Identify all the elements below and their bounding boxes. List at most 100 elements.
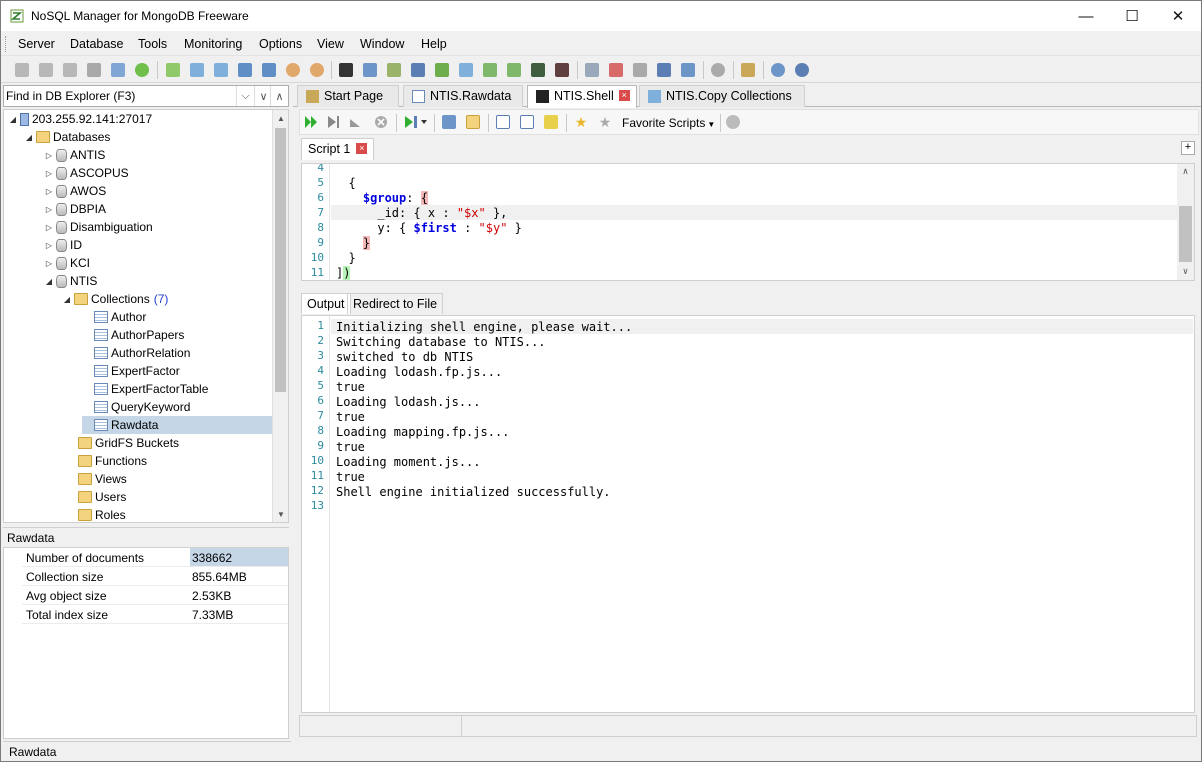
close-button[interactable]: ✕ (1155, 1, 1201, 31)
menu-server[interactable]: Server (18, 37, 55, 51)
favorites-button[interactable]: ★ (596, 113, 614, 131)
dump-button[interactable] (529, 61, 547, 79)
tab-output[interactable]: Output (301, 293, 351, 314)
export-button[interactable] (481, 61, 499, 79)
monitor-button[interactable] (607, 61, 625, 79)
tab-ntis-rawdata[interactable]: NTIS.Rawdata (403, 85, 523, 107)
tree-db-antis[interactable]: ▷ ANTIS (44, 146, 105, 164)
find-input[interactable] (6, 87, 234, 105)
log-button[interactable] (655, 61, 673, 79)
run-options-dropdown[interactable] (402, 113, 430, 131)
comment-button[interactable] (518, 113, 536, 131)
tree-gridfs[interactable]: GridFS Buckets (66, 434, 179, 452)
scroll-up-icon[interactable]: ∧ (1177, 164, 1194, 180)
tree-views[interactable]: Views (66, 470, 127, 488)
tree-users[interactable]: Users (66, 488, 126, 506)
tree-collection-author[interactable]: Author (82, 308, 146, 326)
tree-collection-authorrelation[interactable]: AuthorRelation (82, 344, 190, 362)
tree-collection-rawdata[interactable]: Rawdata (82, 416, 272, 434)
tree-collection-expertfactor[interactable]: ExpertFactor (82, 362, 180, 380)
menu-view[interactable]: View (317, 37, 344, 51)
copy-collections-button[interactable] (457, 61, 475, 79)
bookmark-button[interactable] (542, 113, 560, 131)
menu-tools[interactable]: Tools (138, 37, 167, 51)
compare-button[interactable] (433, 61, 451, 79)
query-builder-button[interactable] (361, 61, 379, 79)
tab-script-1[interactable]: Script 1 × (301, 138, 375, 160)
tree-scrollbar[interactable]: ▲ ▼ (272, 110, 288, 522)
tree-server[interactable]: ◢ 203.255.92.141:27017 (8, 110, 152, 128)
stats-button[interactable] (631, 61, 649, 79)
favorite-scripts-dropdown[interactable]: Favorite Scripts ▼ (622, 116, 715, 130)
create-user-button[interactable] (284, 61, 302, 79)
script-settings-button[interactable] (724, 113, 742, 131)
save-button[interactable] (440, 113, 458, 131)
close-tab-icon[interactable]: × (618, 90, 630, 101)
add-server-button[interactable] (13, 61, 31, 79)
step-button[interactable] (346, 113, 364, 131)
startpage-button[interactable] (739, 61, 757, 79)
tree-db-kci[interactable]: ▷ KCI (44, 254, 90, 272)
scroll-down-icon[interactable]: ∨ (1177, 264, 1194, 280)
create-view-button[interactable] (212, 61, 230, 79)
tab-redirect-to-file[interactable]: Redirect to File (347, 293, 444, 314)
scroll-thumb[interactable] (1179, 206, 1192, 262)
add-script-button[interactable]: + (1181, 141, 1195, 155)
tree-db-awos[interactable]: ▷ AWOS (44, 182, 106, 200)
create-db-button[interactable] (164, 61, 182, 79)
tree-db-ascopus[interactable]: ▷ ASCOPUS (44, 164, 129, 182)
options-button[interactable] (583, 61, 601, 79)
script-editor[interactable]: 4 5 6 7 8 9 10 11 { $group: { _id: { x :… (301, 163, 1195, 281)
html-button[interactable] (679, 61, 697, 79)
menu-options[interactable]: Options (259, 37, 302, 51)
stop-button[interactable] (372, 113, 390, 131)
find-dropdown-button[interactable]: ⌵ (236, 86, 254, 106)
menu-help[interactable]: Help (421, 37, 447, 51)
help-button[interactable] (769, 61, 787, 79)
output-console[interactable]: 1 2 3 4 5 6 7 8 9 10 11 12 13 Initializing shell eng… (301, 315, 1195, 713)
shell-button[interactable] (337, 61, 355, 79)
minimize-button[interactable]: — (1063, 1, 1109, 31)
tree-db-disambiguation[interactable]: ▷ Disambiguation (44, 218, 153, 236)
tree-db-id[interactable]: ▷ ID (44, 236, 82, 254)
disconnect-button[interactable] (109, 61, 127, 79)
find-prev-button[interactable]: ∧ (270, 86, 288, 106)
format-button[interactable] (494, 113, 512, 131)
scroll-down-icon[interactable]: ▼ (273, 506, 288, 522)
create-index-button[interactable] (236, 61, 254, 79)
scroll-thumb[interactable] (275, 128, 286, 392)
maximize-button[interactable]: ☐ (1109, 1, 1155, 31)
remove-server-button[interactable] (61, 61, 79, 79)
scroll-up-icon[interactable]: ▲ (273, 110, 288, 126)
tree-databases[interactable]: ◢ Databases (24, 128, 110, 146)
close-tab-icon[interactable]: × (356, 143, 368, 154)
tree-db-ntis[interactable]: ◢ NTIS (44, 272, 97, 290)
editor-scrollbar[interactable]: ∧ ∨ (1177, 164, 1194, 280)
tab-ntis-shell[interactable]: NTIS.Shell × (527, 85, 637, 108)
about-button[interactable] (793, 61, 811, 79)
tab-start-page[interactable]: Start Page (297, 85, 399, 107)
tab-ntis-copy-collections[interactable]: NTIS.Copy Collections (639, 85, 805, 107)
tree-collections[interactable]: ◢ Collections (7) (62, 290, 168, 308)
tree-collection-querykeyword[interactable]: QueryKeyword (82, 398, 190, 416)
run-current-button[interactable] (324, 113, 342, 131)
restore-button[interactable] (553, 61, 571, 79)
refresh-button[interactable] (133, 61, 151, 79)
add-favorite-button[interactable]: ★ (572, 113, 590, 131)
tree-collection-authorpapers[interactable]: AuthorPapers (82, 326, 184, 344)
menu-monitoring[interactable]: Monitoring (184, 37, 242, 51)
tree-functions[interactable]: Functions (66, 452, 147, 470)
create-function-button[interactable] (260, 61, 278, 79)
open-button[interactable] (464, 113, 482, 131)
tree-roles[interactable]: Roles (66, 506, 126, 522)
connect-button[interactable] (85, 61, 103, 79)
preferences-button[interactable] (709, 61, 727, 79)
tree-db-dbpia[interactable]: ▷ DBPIA (44, 200, 106, 218)
run-button[interactable] (302, 113, 320, 131)
sql-button[interactable] (385, 61, 403, 79)
create-collection-button[interactable] (188, 61, 206, 79)
linq-button[interactable] (409, 61, 427, 79)
menu-database[interactable]: Database (70, 37, 124, 51)
edit-server-button[interactable] (37, 61, 55, 79)
menu-window[interactable]: Window (360, 37, 404, 51)
